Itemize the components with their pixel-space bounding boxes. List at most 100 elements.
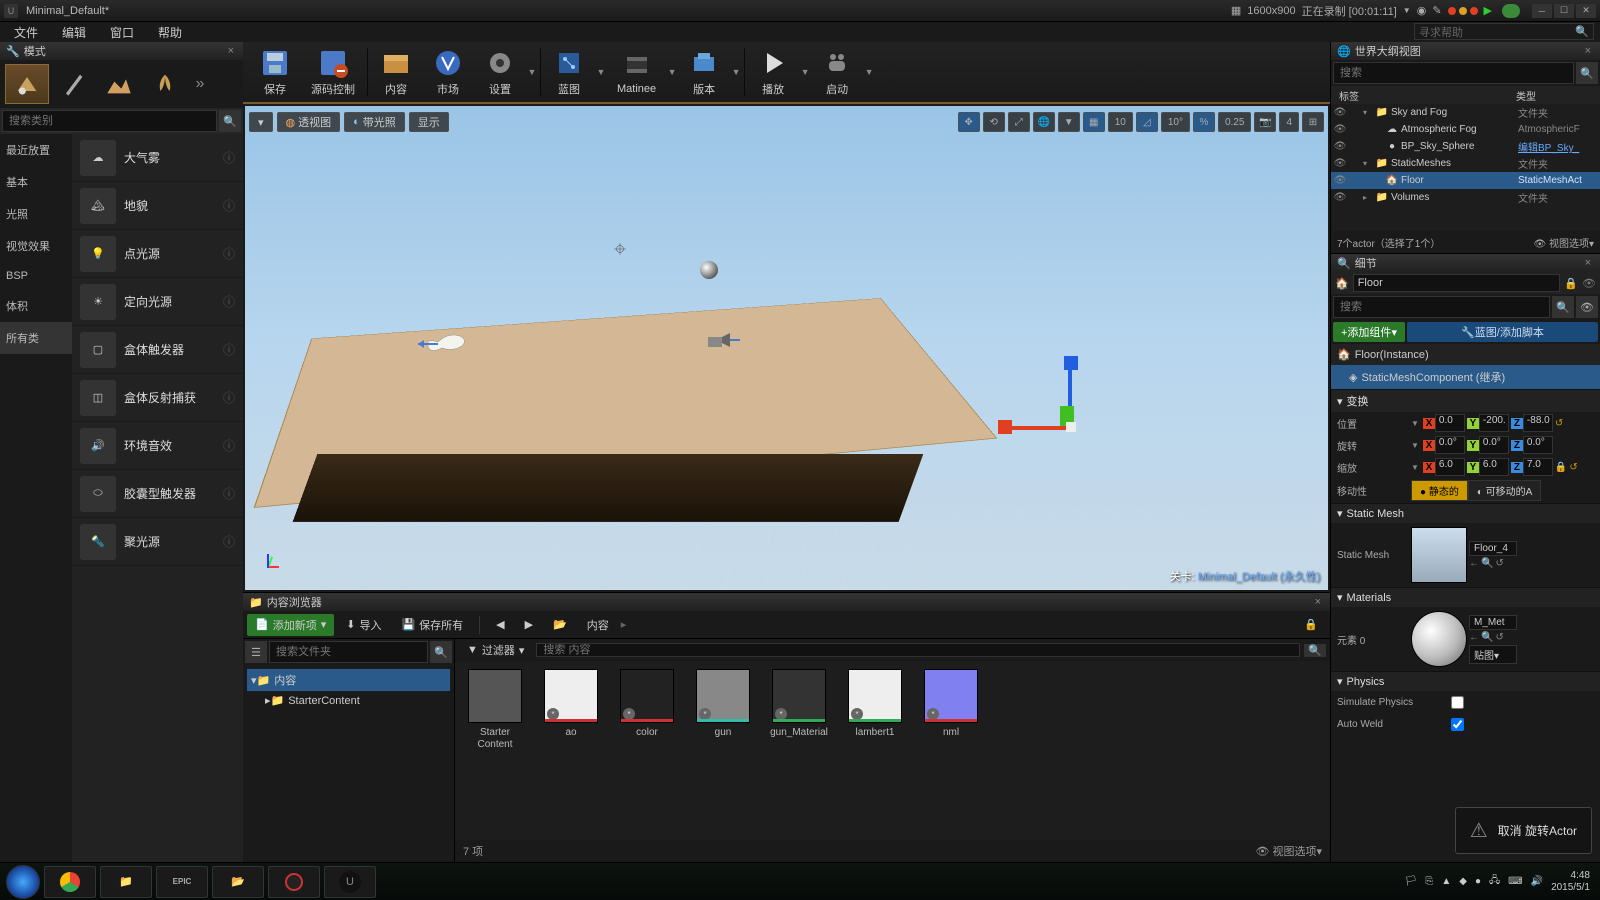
- material-thumb[interactable]: [1411, 611, 1467, 667]
- tray-action[interactable]: ⎘: [1425, 876, 1433, 887]
- tree-starter-content[interactable]: ▸📁 StarterContent: [247, 691, 450, 710]
- tb-settings[interactable]: 设置: [474, 44, 526, 100]
- info-icon[interactable]: ⓘ: [223, 533, 235, 550]
- asset-item[interactable]: Starter Content: [463, 669, 527, 751]
- outliner-search[interactable]: [1333, 62, 1574, 84]
- mode-landscape[interactable]: [97, 64, 141, 104]
- comp-root[interactable]: 🏠 Floor(Instance): [1331, 344, 1600, 365]
- cat-bsp[interactable]: BSP: [0, 262, 72, 290]
- tray-vol[interactable]: 🔊: [1531, 876, 1543, 887]
- cat-staticmesh[interactable]: ▾ Static Mesh: [1331, 503, 1600, 523]
- outliner-row[interactable]: 👁🏠FloorStaticMeshAct: [1331, 172, 1600, 189]
- details-eye-btn[interactable]: 👁: [1576, 296, 1598, 318]
- place-item[interactable]: ⬭胶囊型触发器ⓘ: [72, 470, 243, 518]
- vp-tool-coord[interactable]: 🌐: [1033, 112, 1055, 132]
- details-add-component[interactable]: +添加组件 ▾: [1333, 322, 1405, 342]
- mat-find[interactable]: 🔍: [1481, 632, 1493, 643]
- rot-x[interactable]: 0.0°: [1435, 436, 1465, 454]
- tb-launch[interactable]: 启动: [811, 44, 863, 100]
- details-name-lock[interactable]: 🔒: [1564, 277, 1578, 290]
- details-close[interactable]: ×: [1582, 257, 1594, 269]
- details-search[interactable]: [1333, 296, 1550, 318]
- cb-search-assets[interactable]: [536, 643, 1300, 657]
- vp-snap-scale-icon[interactable]: %: [1193, 112, 1215, 132]
- place-item[interactable]: ▢盒体触发器ⓘ: [72, 326, 243, 374]
- vp-menu-dropdown[interactable]: ▾: [249, 112, 273, 132]
- task-chrome[interactable]: [44, 866, 96, 898]
- outliner-view-options[interactable]: 👁 视图选项▾: [1533, 235, 1594, 250]
- place-item[interactable]: 🔦聚光源ⓘ: [72, 518, 243, 566]
- details-actor-name[interactable]: [1353, 274, 1561, 292]
- asset-item[interactable]: *gun: [691, 669, 755, 751]
- staticmesh-value[interactable]: Floor_4: [1469, 541, 1517, 556]
- close-button[interactable]: ✕: [1576, 4, 1596, 18]
- task-folder[interactable]: 📂: [212, 866, 264, 898]
- place-item[interactable]: ☁大气雾ⓘ: [72, 134, 243, 182]
- cat-lights[interactable]: 光照: [0, 198, 72, 230]
- mode-expand[interactable]: »: [188, 64, 212, 104]
- pos-y[interactable]: -200.: [1479, 414, 1509, 432]
- info-icon[interactable]: ⓘ: [223, 197, 235, 214]
- vp-tool-rotate[interactable]: ⟲: [983, 112, 1005, 132]
- shield-icon[interactable]: [1502, 4, 1520, 18]
- place-item[interactable]: ☀定向光源ⓘ: [72, 278, 243, 326]
- menu-help[interactable]: 帮助: [150, 22, 190, 43]
- cb-search-folders[interactable]: [269, 641, 428, 663]
- outliner-row[interactable]: 👁▾📁Sky and Fog文件夹: [1331, 104, 1600, 121]
- scl-x[interactable]: 6.0: [1435, 458, 1465, 476]
- modes-search-input[interactable]: [2, 110, 217, 132]
- sm-reset[interactable]: ↺: [1495, 558, 1503, 569]
- vp-tool-translate[interactable]: ✥: [958, 112, 980, 132]
- outliner-row[interactable]: 👁☁Atmospheric FogAtmosphericF: [1331, 121, 1600, 138]
- rec-dot-red2[interactable]: [1470, 7, 1478, 15]
- mode-paint[interactable]: [51, 64, 95, 104]
- visibility-icon[interactable]: 👁: [1333, 107, 1347, 118]
- auto-weld-checkbox[interactable]: [1451, 718, 1464, 731]
- vp-camera-icon[interactable]: 📷: [1254, 112, 1276, 132]
- maximize-button[interactable]: ☐: [1554, 4, 1574, 18]
- cb-import[interactable]: ⬇ 导入: [338, 614, 389, 636]
- vp-cam-speed[interactable]: 4: [1279, 112, 1299, 132]
- camera-icon[interactable]: ◉: [1417, 4, 1427, 17]
- mob-static[interactable]: ● 静态的: [1411, 480, 1468, 501]
- material-value[interactable]: M_Met: [1469, 615, 1517, 630]
- info-icon[interactable]: ⓘ: [223, 341, 235, 358]
- asset-item[interactable]: *lambert1: [843, 669, 907, 751]
- tb-market[interactable]: 市场: [422, 44, 474, 100]
- asset-item[interactable]: *ao: [539, 669, 603, 751]
- scl-lock[interactable]: 🔒: [1555, 462, 1567, 473]
- outliner-col-label[interactable]: 标签: [1335, 88, 1516, 103]
- menu-window[interactable]: 窗口: [102, 22, 142, 43]
- vp-perspective[interactable]: ◍透视图: [277, 112, 341, 132]
- pos-x[interactable]: 0.0: [1435, 414, 1465, 432]
- rot-y[interactable]: 0.0°: [1479, 436, 1509, 454]
- modes-search-button[interactable]: 🔍: [219, 110, 241, 132]
- cat-volumes[interactable]: 体积: [0, 290, 72, 322]
- tray-app2[interactable]: ●: [1475, 876, 1481, 887]
- sim-physics-checkbox[interactable]: [1451, 696, 1464, 709]
- details-search-btn[interactable]: 🔍: [1552, 296, 1574, 318]
- outliner-col-type[interactable]: 类型: [1516, 88, 1596, 103]
- rec-dot-stop[interactable]: [1459, 7, 1467, 15]
- comp-staticmesh[interactable]: ◈ StaticMeshComponent (继承): [1331, 365, 1600, 389]
- tb-matinee[interactable]: Matinee: [607, 44, 666, 100]
- visibility-icon[interactable]: 👁: [1333, 141, 1347, 152]
- outliner-row[interactable]: 👁▾📁StaticMeshes文件夹: [1331, 155, 1600, 172]
- cat-all[interactable]: 所有类: [0, 322, 72, 354]
- asset-item[interactable]: *nml: [919, 669, 983, 751]
- visibility-icon[interactable]: 👁: [1333, 192, 1347, 203]
- pencil-icon[interactable]: ✎: [1432, 4, 1441, 17]
- transform-gizmo[interactable]: [1068, 406, 1108, 446]
- cb-add-new[interactable]: 📄 添加新项 ▾: [247, 614, 334, 636]
- tray-net[interactable]: 🖧: [1489, 873, 1500, 890]
- tb-blueprint[interactable]: 蓝图: [543, 44, 595, 100]
- tb-matinee-drop[interactable]: ▼: [666, 44, 678, 100]
- mode-place[interactable]: [5, 64, 49, 104]
- visibility-icon[interactable]: 👁: [1333, 124, 1347, 135]
- task-epic[interactable]: EPIC: [156, 866, 208, 898]
- vp-snap-scale[interactable]: 0.25: [1218, 112, 1251, 132]
- tray-clock[interactable]: 4:482015/5/1: [1551, 870, 1590, 894]
- vp-snap-grid-icon[interactable]: ▦: [1083, 112, 1105, 132]
- visibility-icon[interactable]: 👁: [1333, 158, 1347, 169]
- details-browse[interactable]: 👁: [1582, 277, 1596, 290]
